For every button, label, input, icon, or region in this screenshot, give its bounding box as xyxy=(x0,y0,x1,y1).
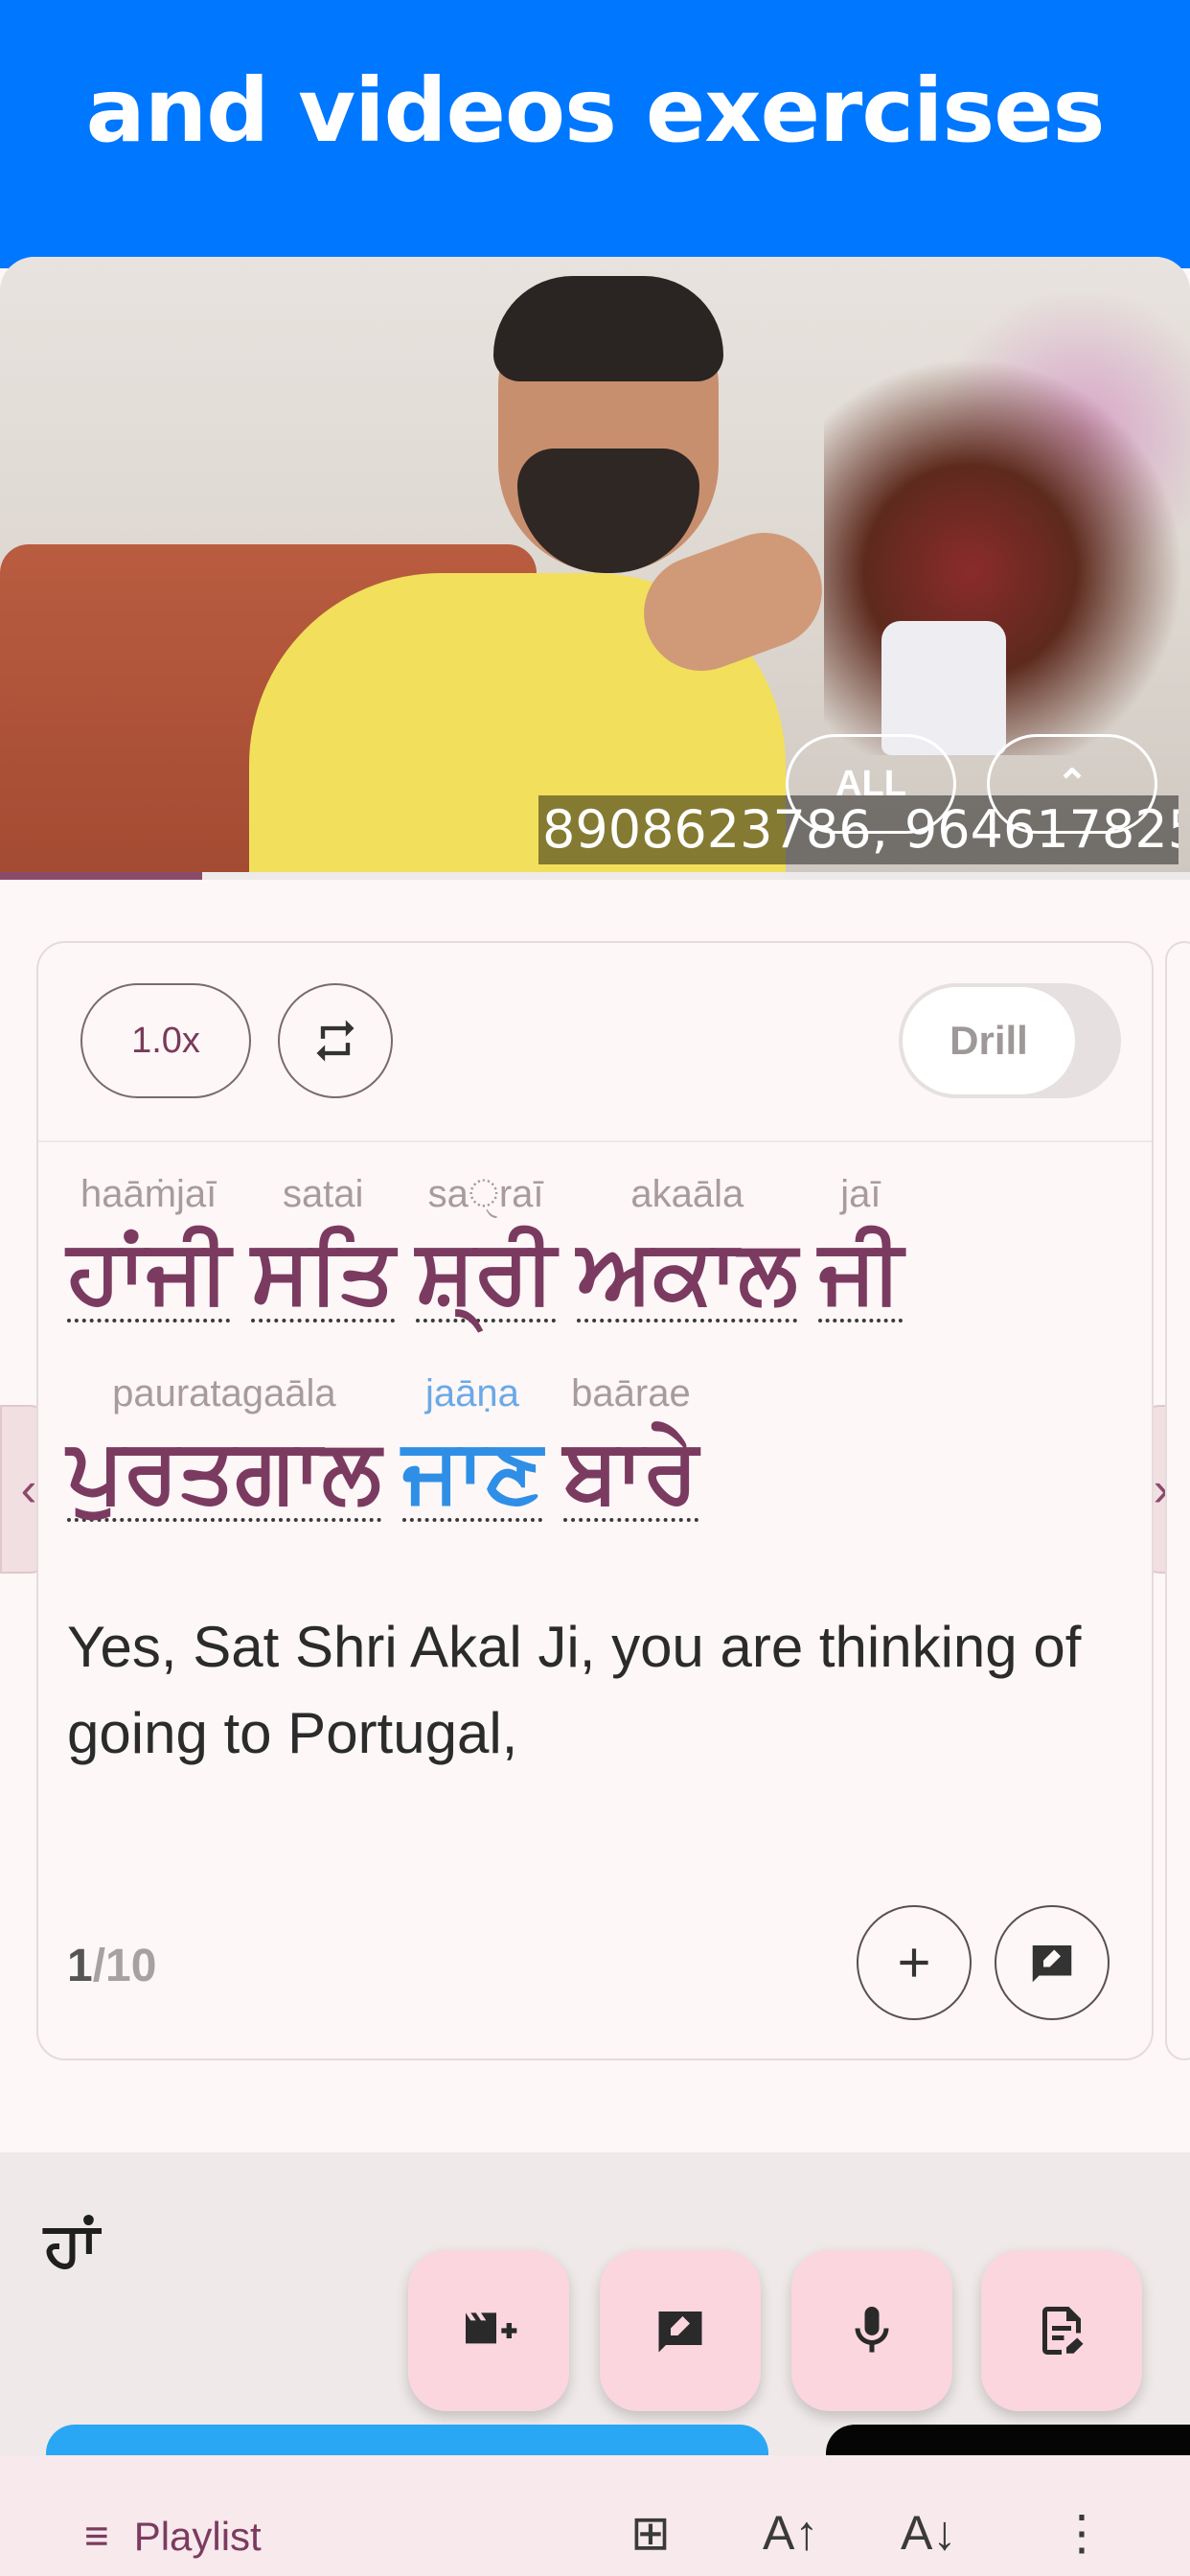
word-transliteration: jaāṇa xyxy=(425,1372,519,1414)
translation-text: Yes, Sat Shri Akal Ji, you are thinking … xyxy=(67,1615,1082,1765)
note-edit-icon xyxy=(1032,1945,1072,1983)
word-transliteration: satai xyxy=(282,1173,364,1215)
phrase-word[interactable]: baārae ਬਾਰੇ xyxy=(563,1372,698,1522)
all-button[interactable]: ALL xyxy=(786,734,956,834)
word-gurmukhi: ਸਤਿ xyxy=(251,1220,396,1322)
counter-total: /10 xyxy=(92,1941,157,1991)
add-video-button[interactable] xyxy=(408,2250,569,2411)
edit-document-button[interactable] xyxy=(981,2250,1142,2411)
card-divider xyxy=(38,1140,1152,1142)
note-button[interactable] xyxy=(995,1905,1110,2020)
edit-document-icon xyxy=(1042,2307,1084,2355)
video-player[interactable]: 8908623786, 9646178253 ALL ⌃ xyxy=(0,257,1190,872)
repeat-icon xyxy=(316,1020,355,1062)
add-button[interactable] xyxy=(857,1905,972,2020)
phrase-word[interactable]: satai ਸਤਿ xyxy=(251,1173,396,1322)
banner-title: and videos exercises xyxy=(85,59,1106,162)
selected-word: ਹਾਂ xyxy=(44,2210,100,2281)
font-increase-icon[interactable]: A↑ xyxy=(763,2505,818,2561)
word-gurmukhi: ਸ਼੍ਰੀ xyxy=(416,1220,557,1322)
word-transliteration: akaāla xyxy=(630,1173,744,1215)
phrase-line-2: pauratagaāla ਪੁਰਤਗਾਲ jaāṇa ਜਾਣ baārae ਬਾਰੇ xyxy=(67,1372,720,1522)
word-gurmukhi: ਜਾਣ xyxy=(401,1419,543,1522)
video-progress-fill xyxy=(0,872,203,880)
phrase-card: 1.0x Drill haāṁjaī ਹਾਂਜੀ satai ਸਤਿ saੑraī ਸ਼੍… xyxy=(36,941,1154,2060)
bottom-toolbar: ≡ Playlist ⊞ A↑ A↓ ⋮ xyxy=(0,2455,1190,2576)
bookmark-add-icon[interactable]: ⊞ xyxy=(630,2505,671,2561)
chevron-up-icon: ⌃ xyxy=(1056,763,1088,805)
collapse-button[interactable]: ⌃ xyxy=(987,734,1157,834)
playlist-icon: ≡ xyxy=(84,2513,109,2560)
word-gurmukhi: ਜੀ xyxy=(818,1220,904,1322)
chevron-left-icon: ‹ xyxy=(20,1462,37,1516)
counter-current: 1 xyxy=(67,1941,93,1991)
playlist-button[interactable]: ≡ Playlist xyxy=(84,2513,262,2561)
repeat-button[interactable] xyxy=(278,983,393,1098)
phrase-line-1: haāṁjaī ਹਾਂਜੀ satai ਸਤਿ saੑraī ਸ਼੍ਰੀ akaāla ਅਕਾ… xyxy=(67,1173,924,1322)
record-button[interactable] xyxy=(791,2250,952,2411)
playlist-label: Playlist xyxy=(133,2514,262,2559)
phrase-word[interactable]: jaāṇa ਜਾਣ xyxy=(401,1372,543,1522)
note-fab-button[interactable] xyxy=(600,2250,761,2411)
word-transliteration: pauratagaāla xyxy=(112,1372,336,1414)
next-card-peek xyxy=(1165,941,1190,2060)
word-gurmukhi: ਪੁਰਤਗਾਲ xyxy=(67,1419,381,1522)
phrase-word[interactable]: akaāla ਅਕਾਲ xyxy=(577,1173,798,1322)
video-person-hair xyxy=(493,276,723,381)
phrase-word[interactable]: haāṁjaī ਹਾਂਜੀ xyxy=(67,1173,231,1322)
word-gurmukhi: ਹਾਂਜੀ xyxy=(67,1220,231,1322)
add-video-icon xyxy=(466,2312,517,2344)
phrase-word[interactable]: saੑraī ਸ਼੍ਰੀ xyxy=(416,1173,557,1322)
microphone-icon xyxy=(855,2307,889,2353)
drill-toggle[interactable]: Drill xyxy=(899,983,1121,1098)
font-decrease-icon[interactable]: A↓ xyxy=(901,2505,956,2561)
word-gurmukhi: ਅਕਾਲ xyxy=(577,1220,798,1322)
phrase-word[interactable]: pauratagaāla ਪੁਰਤਗਾਲ xyxy=(67,1372,381,1522)
more-vert-icon[interactable]: ⋮ xyxy=(1058,2505,1106,2561)
note-edit-icon xyxy=(658,2312,702,2353)
video-progress-bar[interactable] xyxy=(0,872,1190,880)
drill-toggle-knob: Drill xyxy=(903,987,1075,1094)
word-transliteration: haāṁjaī xyxy=(80,1173,217,1215)
plus-icon xyxy=(900,1948,928,1977)
phrase-word[interactable]: jaī ਜੀ xyxy=(818,1173,904,1322)
video-plant xyxy=(824,295,1190,755)
playback-speed-button[interactable]: 1.0x xyxy=(80,983,251,1098)
word-gurmukhi: ਬਾਰੇ xyxy=(563,1419,698,1522)
promo-banner: and videos exercises xyxy=(0,0,1190,268)
word-transliteration: saੑraī xyxy=(427,1173,544,1215)
word-transliteration: baārae xyxy=(571,1372,691,1414)
word-transliteration: jaī xyxy=(840,1173,881,1215)
card-counter: 1/10 xyxy=(67,1940,156,1992)
